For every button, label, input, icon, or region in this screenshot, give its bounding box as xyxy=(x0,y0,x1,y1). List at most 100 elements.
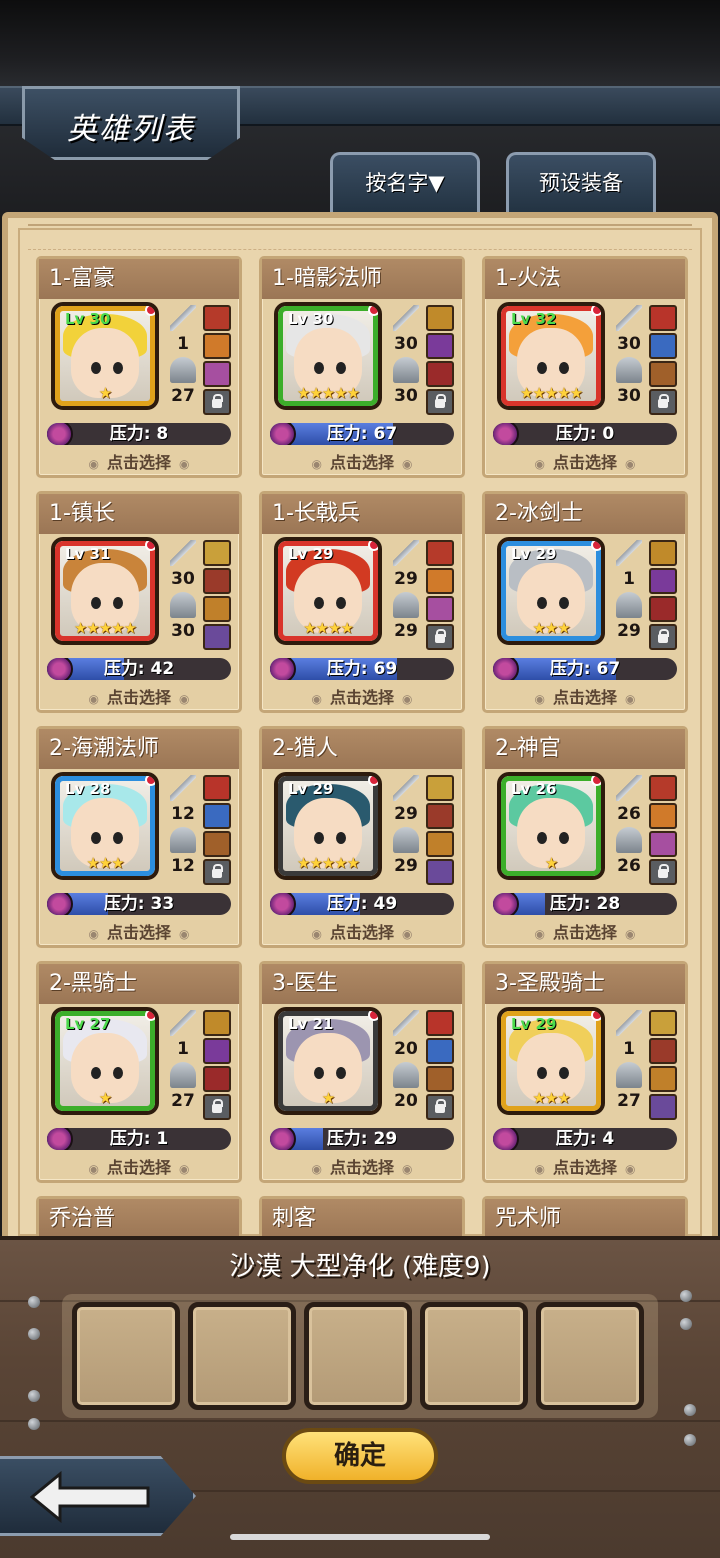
team-slot[interactable] xyxy=(420,1302,528,1410)
equipment-item-icon[interactable] xyxy=(203,333,231,359)
equipment-item-icon[interactable] xyxy=(426,859,454,885)
select-hero-button[interactable]: 点击选择 xyxy=(262,449,462,473)
hero-card[interactable]: 1-长戟兵 Lv 29 ★★★★ 29 29 压力: 69 点击选择 xyxy=(259,491,465,713)
equipment-item-icon[interactable] xyxy=(203,831,231,857)
equipment-item-icon[interactable] xyxy=(426,305,454,331)
select-hero-button[interactable]: 点击选择 xyxy=(262,684,462,708)
pressure-text: 压力: 0 xyxy=(555,424,615,444)
hero-card[interactable]: 1-富豪 Lv 30 ★ 1 27 压力: 8 点击选择 xyxy=(36,256,242,478)
equipment-item-icon[interactable] xyxy=(649,333,677,359)
hero-portrait[interactable]: Lv 21 ★ xyxy=(274,1007,382,1115)
lock-icon[interactable] xyxy=(203,859,231,885)
equipment-item-icon[interactable] xyxy=(426,361,454,387)
equipment-item-icon[interactable] xyxy=(203,1010,231,1036)
hero-level: Lv 30 xyxy=(288,310,334,328)
equipment-item-icon[interactable] xyxy=(649,803,677,829)
equipment-item-icon[interactable] xyxy=(203,596,231,622)
helmet-icon xyxy=(616,827,642,853)
equipment-item-icon[interactable] xyxy=(203,540,231,566)
equipment-item-icon[interactable] xyxy=(649,1094,677,1120)
defense-value: 12 xyxy=(171,856,195,876)
hero-card[interactable]: 1-火法 Lv 32 ★★★★★ 30 30 压力: 0 点击选择 xyxy=(482,256,688,478)
equipment-item-icon[interactable] xyxy=(426,1010,454,1036)
equipment-item-icon[interactable] xyxy=(203,1066,231,1092)
confirm-button[interactable]: 确定 xyxy=(282,1428,438,1484)
equipment-item-icon[interactable] xyxy=(649,1038,677,1064)
hero-card[interactable]: 2-神官 Lv 26 ★ 26 26 压力: 28 点击选择 xyxy=(482,726,688,948)
hero-portrait[interactable]: Lv 28 ★★★ xyxy=(51,772,159,880)
select-hero-button[interactable]: 点击选择 xyxy=(39,684,239,708)
sort-by-name-button[interactable]: 按名字▼ xyxy=(330,152,480,214)
select-hero-button[interactable]: 点击选择 xyxy=(39,919,239,943)
select-hero-button[interactable]: 点击选择 xyxy=(262,919,462,943)
equipment-item-icon[interactable] xyxy=(649,305,677,331)
equipment-item-icon[interactable] xyxy=(203,775,231,801)
lock-icon[interactable] xyxy=(649,624,677,650)
equipment-item-icon[interactable] xyxy=(203,803,231,829)
equipment-item-icon[interactable] xyxy=(649,596,677,622)
equipment-item-icon[interactable] xyxy=(203,361,231,387)
hero-portrait[interactable]: Lv 29 ★★★★★ xyxy=(274,772,382,880)
hero-portrait[interactable]: Lv 30 ★★★★★ xyxy=(274,302,382,410)
hero-card[interactable]: 1-暗影法师 Lv 30 ★★★★★ 30 30 压力: 67 点击选择 xyxy=(259,256,465,478)
equipment-item-icon[interactable] xyxy=(203,568,231,594)
lock-icon[interactable] xyxy=(426,624,454,650)
hero-portrait[interactable]: Lv 29 ★★★ xyxy=(497,537,605,645)
equipment-item-icon[interactable] xyxy=(649,1066,677,1092)
equipment-item-icon[interactable] xyxy=(203,1038,231,1064)
lock-icon[interactable] xyxy=(203,1094,231,1120)
team-slot[interactable] xyxy=(72,1302,180,1410)
lock-icon[interactable] xyxy=(649,859,677,885)
hero-card[interactable]: 3-圣殿骑士 Lv 29 ★★★ 1 27 压力: 4 点击选择 xyxy=(482,961,688,1183)
select-hero-button[interactable]: 点击选择 xyxy=(485,684,685,708)
lock-icon[interactable] xyxy=(426,389,454,415)
hero-portrait[interactable]: Lv 30 ★ xyxy=(51,302,159,410)
equipment-item-icon[interactable] xyxy=(426,831,454,857)
hero-portrait[interactable]: Lv 29 ★★★ xyxy=(497,1007,605,1115)
equipment-item-icon[interactable] xyxy=(203,624,231,650)
equipment-item-icon[interactable] xyxy=(426,540,454,566)
hero-portrait[interactable]: Lv 32 ★★★★★ xyxy=(497,302,605,410)
team-slot[interactable] xyxy=(536,1302,644,1410)
select-hero-button[interactable]: 点击选择 xyxy=(485,449,685,473)
equipment-item-icon[interactable] xyxy=(426,596,454,622)
equipment-item-icon[interactable] xyxy=(649,361,677,387)
hero-card[interactable]: 3-医生 Lv 21 ★ 20 20 压力: 29 点击选择 xyxy=(259,961,465,1183)
lock-icon[interactable] xyxy=(649,389,677,415)
equipment-item-icon[interactable] xyxy=(649,1010,677,1036)
equipment-item-icon[interactable] xyxy=(426,1066,454,1092)
hero-card[interactable]: 2-黑骑士 Lv 27 ★ 1 27 压力: 1 点击选择 xyxy=(36,961,242,1183)
hero-portrait[interactable]: Lv 26 ★ xyxy=(497,772,605,880)
equipment-item-icon[interactable] xyxy=(426,803,454,829)
team-slot[interactable] xyxy=(304,1302,412,1410)
equipment-item-icon[interactable] xyxy=(426,333,454,359)
attack-value: 29 xyxy=(394,804,418,824)
select-hero-button[interactable]: 点击选择 xyxy=(39,449,239,473)
equipment-slots xyxy=(649,540,679,652)
select-hero-button[interactable]: 点击选择 xyxy=(262,1154,462,1178)
select-hero-button[interactable]: 点击选择 xyxy=(485,1154,685,1178)
equipment-item-icon[interactable] xyxy=(203,305,231,331)
team-slot[interactable] xyxy=(188,1302,296,1410)
equipment-item-icon[interactable] xyxy=(426,1038,454,1064)
equipment-item-icon[interactable] xyxy=(426,568,454,594)
lock-icon[interactable] xyxy=(426,1094,454,1120)
hero-card[interactable]: 2-冰剑士 Lv 29 ★★★ 1 29 压力: 67 点击选择 xyxy=(482,491,688,713)
hero-card[interactable]: 2-海潮法师 Lv 28 ★★★ 12 12 压力: 33 点击选择 xyxy=(36,726,242,948)
equipment-item-icon[interactable] xyxy=(649,775,677,801)
equipment-item-icon[interactable] xyxy=(649,831,677,857)
back-arrow-icon[interactable] xyxy=(30,1470,150,1524)
select-hero-button[interactable]: 点击选择 xyxy=(485,919,685,943)
hero-card[interactable]: 2-猎人 Lv 29 ★★★★★ 29 29 压力: 49 点击选择 xyxy=(259,726,465,948)
select-hero-button[interactable]: 点击选择 xyxy=(39,1154,239,1178)
equipment-item-icon[interactable] xyxy=(649,540,677,566)
equipment-item-icon[interactable] xyxy=(649,568,677,594)
hero-list-panel[interactable]: 1-富豪 Lv 30 ★ 1 27 压力: 8 点击选择 1-暗影法师 xyxy=(2,212,718,1242)
preset-equipment-button[interactable]: 预设装备 xyxy=(506,152,656,214)
hero-card[interactable]: 1-镇长 Lv 31 ★★★★★ 30 30 压力: 42 点击选择 xyxy=(36,491,242,713)
lock-icon[interactable] xyxy=(203,389,231,415)
equipment-item-icon[interactable] xyxy=(426,775,454,801)
hero-portrait[interactable]: Lv 29 ★★★★ xyxy=(274,537,382,645)
hero-portrait[interactable]: Lv 27 ★ xyxy=(51,1007,159,1115)
hero-portrait[interactable]: Lv 31 ★★★★★ xyxy=(51,537,159,645)
